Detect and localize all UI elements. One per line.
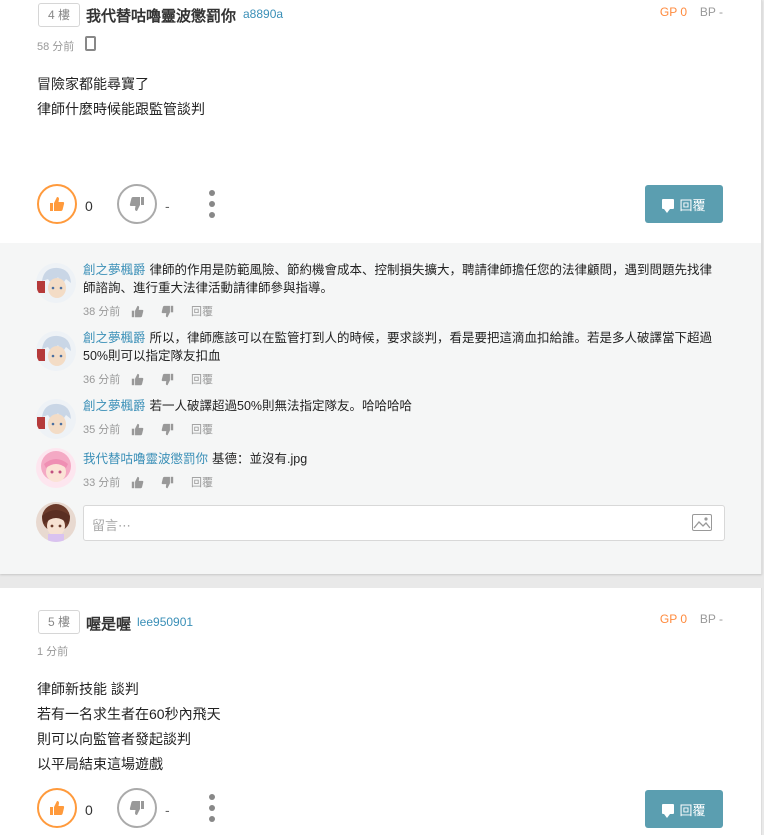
author-id[interactable]: lee950901 (137, 615, 193, 629)
avatar[interactable] (36, 263, 76, 303)
post-body-line: 以平局結束這場遊戲 (37, 756, 163, 772)
comment-dislike-icon[interactable] (161, 422, 191, 436)
post-time: 1 分前 (37, 646, 69, 658)
post-floor-4: 4 樓 我代替咕嚕靈波懲罰你 a8890a GP 0 BP - 58 分前 冒險… (0, 0, 762, 574)
comment-icon (662, 199, 675, 213)
avatar[interactable] (36, 399, 76, 439)
reply-button-label: 回覆 (679, 802, 706, 818)
reply-button[interactable]: 回覆 (645, 185, 723, 223)
bp-score: BP - (699, 5, 723, 19)
comment-user[interactable]: 創之夢楓爵 (83, 331, 146, 345)
comment-dislike-icon[interactable] (161, 475, 191, 489)
bp-count: - (165, 802, 170, 818)
comment-item: 我代替咕嚕靈波懲罰你 基德：並沒有.jpg 33 分前 回覆 (36, 448, 726, 492)
comment-like-icon[interactable] (131, 372, 161, 386)
comment-item: 創之夢楓爵 若一人破譯超過50%則無法指定隊友。哈哈哈哈 35 分前 回覆 (36, 397, 726, 439)
gp-score: GP 0 (659, 5, 687, 19)
comment-text: 創之夢楓爵 律師的作用是防範風險、節約機會成本、控制損失擴大，聘請律師擔任您的法律… (83, 261, 713, 297)
my-avatar[interactable] (36, 502, 76, 542)
bp-thumbs-down-button[interactable] (117, 184, 157, 224)
comment-meta: 36 分前 回覆 (83, 371, 213, 387)
comment-like-icon[interactable] (131, 475, 161, 489)
comment-meta: 33 分前 回覆 (83, 474, 213, 490)
comment-dislike-icon[interactable] (161, 304, 191, 318)
comment-section: 創之夢楓爵 律師的作用是防範風險、節約機會成本、控制損失擴大，聘請律師擔任您的法律… (0, 243, 761, 574)
comment-text: 創之夢楓爵 若一人破譯超過50%則無法指定隊友。哈哈哈哈 (83, 397, 713, 415)
author-name[interactable]: 我代替咕嚕靈波懲罰你 (86, 5, 236, 26)
thumbs-up-icon (50, 801, 65, 815)
comment-like-icon[interactable] (131, 422, 161, 436)
gp-count: 0 (85, 802, 93, 818)
mobile-device-icon (85, 36, 96, 51)
comment-time: 36 分前 (83, 374, 121, 386)
reply-button-label: 回覆 (679, 197, 706, 213)
comment-dislike-icon[interactable] (161, 372, 191, 386)
bp-score: BP - (699, 612, 723, 626)
post-body-line: 若有一名求生者在60秒內飛天 (37, 706, 221, 722)
post-body-line: 則可以向監管者發起談判 (37, 731, 191, 747)
bp-thumbs-down-button[interactable] (117, 788, 157, 828)
thumbs-down-icon (129, 801, 144, 815)
author-name[interactable]: 喔是喔 (86, 613, 131, 634)
comment-user[interactable]: 創之夢楓爵 (83, 399, 146, 413)
post-time: 58 分前 (37, 41, 75, 53)
comment-time: 33 分前 (83, 477, 121, 489)
comment-input[interactable]: 留言⋯ (83, 505, 725, 541)
comment-item: 創之夢楓爵 律師的作用是防範風險、節約機會成本、控制損失擴大，聘請律師擔任您的法律… (36, 261, 726, 319)
comment-text: 我代替咕嚕靈波懲罰你 基德：並沒有.jpg (83, 450, 713, 468)
gp-thumbs-up-button[interactable] (37, 788, 77, 828)
comment-time: 35 分前 (83, 424, 121, 436)
comment-reply-link[interactable]: 回覆 (191, 474, 213, 490)
comment-meta: 38 分前 回覆 (83, 303, 213, 319)
post-body-line: 冒險家都能尋寶了 (37, 76, 149, 92)
gp-count: 0 (85, 198, 93, 214)
more-options-icon[interactable] (207, 190, 217, 218)
avatar[interactable] (36, 331, 76, 371)
post-body: 律師新技能 談判 若有一名求生者在60秒內飛天 則可以向監管者發起談判 以平局結… (37, 677, 221, 777)
comment-meta: 35 分前 回覆 (83, 421, 213, 437)
author-id[interactable]: a8890a (243, 7, 283, 21)
comment-body: 若一人破譯超過50%則無法指定隊友。哈哈哈哈 (149, 399, 413, 413)
bp-count: - (165, 198, 170, 214)
gp-thumbs-up-button[interactable] (37, 184, 77, 224)
comment-icon (662, 804, 675, 818)
avatar[interactable] (36, 448, 76, 488)
thumbs-up-icon (50, 197, 65, 211)
comment-like-icon[interactable] (131, 304, 161, 318)
comment-input-placeholder: 留言⋯ (92, 518, 132, 533)
gp-score: GP 0 (659, 612, 687, 626)
post-body-line: 律師新技能 談判 (37, 681, 139, 697)
comment-item: 創之夢楓爵 所以，律師應該可以在監管打到人的時候，要求談判，看是要把這滴血扣給誰。… (36, 329, 726, 387)
post-body-line: 律師什麼時候能跟監管談判 (37, 101, 205, 117)
more-options-icon[interactable] (207, 794, 217, 822)
image-upload-icon[interactable] (692, 514, 712, 531)
comment-reply-link[interactable]: 回覆 (191, 371, 213, 387)
floor-badge[interactable]: 5 樓 (38, 610, 81, 634)
comment-reply-link[interactable]: 回覆 (191, 303, 213, 319)
comment-body: 律師的作用是防範風險、節約機會成本、控制損失擴大，聘請律師擔任您的法律顧問，遇到… (83, 263, 713, 295)
reply-button[interactable]: 回覆 (645, 790, 723, 828)
comment-text: 創之夢楓爵 所以，律師應該可以在監管打到人的時候，要求談判，看是要把這滴血扣給誰。… (83, 329, 713, 365)
comment-reply-link[interactable]: 回覆 (191, 421, 213, 437)
comment-time: 38 分前 (83, 306, 121, 318)
comment-user[interactable]: 我代替咕嚕靈波懲罰你 (83, 452, 208, 466)
post-floor-5: 5 樓 喔是喔 lee950901 GP 0 BP - 1 分前 律師新技能 談… (0, 588, 762, 835)
post-body: 冒險家都能尋寶了 律師什麼時候能跟監管談判 (37, 72, 205, 122)
comment-user[interactable]: 創之夢楓爵 (83, 263, 146, 277)
comment-body: 所以，律師應該可以在監管打到人的時候，要求談判，看是要把這滴血扣給誰。若是多人破… (83, 331, 713, 363)
thumbs-down-icon (129, 197, 144, 211)
comment-body: 基德：並沒有.jpg (212, 452, 308, 466)
floor-badge[interactable]: 4 樓 (38, 3, 81, 27)
